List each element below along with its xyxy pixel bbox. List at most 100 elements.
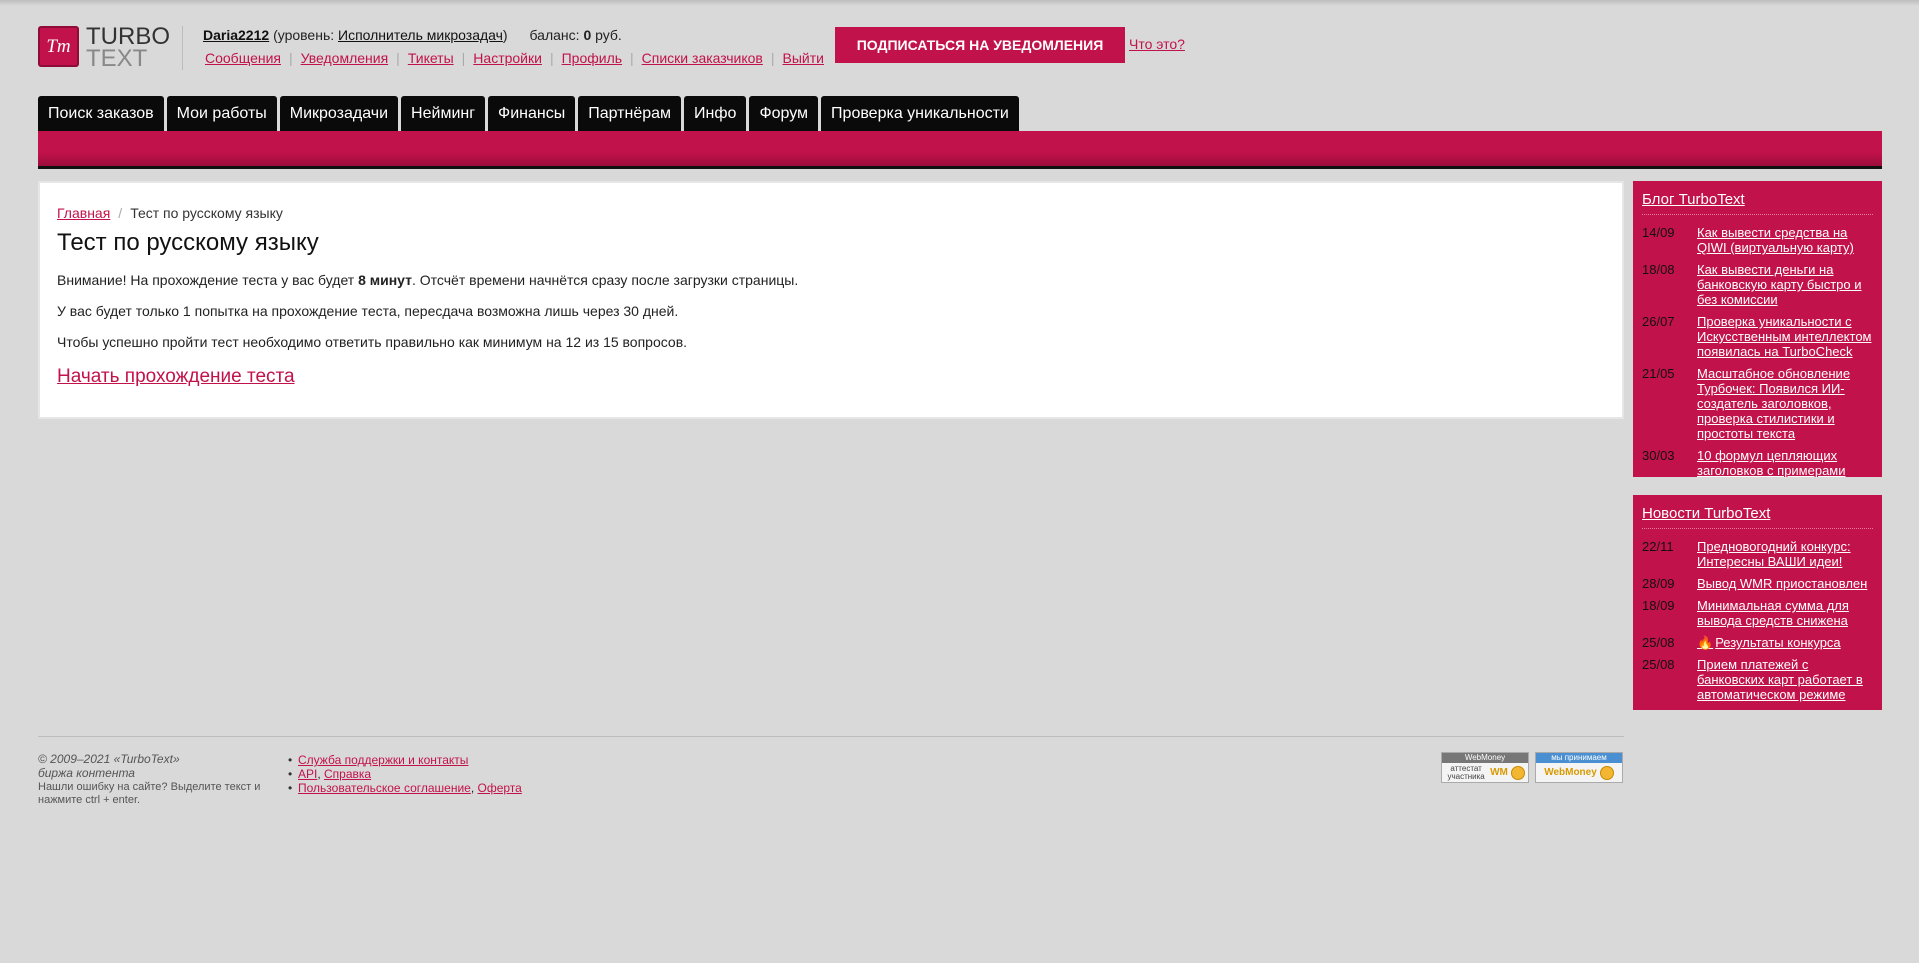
- badge-bottom: аттестат участника WM: [1442, 763, 1528, 782]
- list-item: 22/11 Предновогодний конкурс: Интересны В…: [1642, 539, 1873, 569]
- user-nav: Сообщения | Уведомления | Тикеты | Настройк…: [205, 50, 824, 66]
- nav-profile[interactable]: Профиль: [562, 50, 622, 66]
- webmoney-coin-icon: [1599, 765, 1614, 780]
- list-item: 14/09 Как вывести средства на QIWI (вирту…: [1642, 225, 1873, 255]
- webmoney-attestat-badge[interactable]: WebMoney аттестат участника WM: [1441, 752, 1529, 783]
- tab-uniqueness-check[interactable]: Проверка уникальности: [821, 96, 1019, 132]
- tab-order-search[interactable]: Поиск заказов: [38, 96, 164, 132]
- list-item: 26/07 Проверка уникальности с Искусственн…: [1642, 314, 1873, 359]
- notice-attempts: У вас будет только 1 попытка на прохожде…: [57, 303, 679, 319]
- notice-time-value: 8 минут: [358, 272, 412, 288]
- main-tabs: Поиск заказов Мои работы Микрозадачи Ней…: [38, 96, 1022, 132]
- breadcrumb-home[interactable]: Главная: [57, 205, 110, 221]
- tab-naming[interactable]: Нейминг: [401, 96, 486, 132]
- list-item: 18/08 Как вывести деньги на банковскую ка…: [1642, 262, 1873, 307]
- blog-title-wrap: Блог TurboText: [1642, 191, 1873, 215]
- logo[interactable]: Tт TURBO TEXT: [38, 25, 170, 71]
- offer-link[interactable]: Оферта: [478, 781, 522, 795]
- nav-separator: |: [461, 50, 466, 66]
- blog-link[interactable]: Как вывести средства на QIWI (виртуальну…: [1697, 225, 1873, 255]
- blog-link[interactable]: Как вывести деньги на банковскую карту б…: [1697, 262, 1873, 307]
- blog-title[interactable]: Блог TurboText: [1642, 191, 1745, 208]
- what-is-this-link[interactable]: Что это?: [1129, 36, 1185, 52]
- notice-time-before: Внимание! На прохождение теста у вас буд…: [57, 272, 355, 288]
- item-date: 18/09: [1642, 598, 1675, 613]
- tab-info[interactable]: Инфо: [684, 96, 747, 132]
- help-link[interactable]: Справка: [324, 767, 371, 781]
- nav-notifications[interactable]: Уведомления: [301, 50, 389, 66]
- news-link[interactable]: Прием платежей с банковских карт работае…: [1697, 657, 1873, 702]
- item-date: 25/08: [1642, 635, 1675, 650]
- tab-partners[interactable]: Партнёрам: [578, 96, 682, 132]
- tab-finance[interactable]: Финансы: [488, 96, 576, 132]
- tab-microtasks[interactable]: Микрозадачи: [279, 96, 399, 132]
- tab-forum[interactable]: Форум: [749, 96, 819, 132]
- logo-text: TURBO TEXT: [86, 25, 170, 71]
- breadcrumb: Главная / Тест по русскому языку: [57, 205, 283, 221]
- copyright-text: © 2009–2021 «TurboText»: [38, 752, 180, 766]
- fire-icon: 🔥: [1697, 635, 1714, 650]
- badge-bottom-text: аттестат участника: [1447, 763, 1485, 781]
- nav-separator: |: [396, 50, 400, 66]
- api-link[interactable]: API: [298, 767, 317, 781]
- badge-bottom-text: WebMoney: [1544, 767, 1597, 778]
- webmoney-accept-badge[interactable]: мы принимаем WebMoney: [1535, 752, 1623, 783]
- tagline: биржа контента: [38, 766, 135, 780]
- news-link[interactable]: Предновогодний конкурс: Интересны ВАШИ и…: [1697, 539, 1873, 569]
- news-link[interactable]: Минимальная сумма для вывода средств сни…: [1697, 598, 1873, 628]
- item-date: 21/05: [1642, 366, 1675, 381]
- nav-separator: |: [288, 50, 293, 66]
- notice-pass-threshold: Чтобы успешно пройти тест необходимо отв…: [57, 334, 688, 350]
- balance-label: баланс:: [529, 27, 580, 43]
- badge-top: мы принимаем: [1536, 753, 1622, 763]
- item-date: 26/07: [1642, 314, 1675, 329]
- list-item: 18/09 Минимальная сумма для вывода средст…: [1642, 598, 1873, 628]
- agreement-link[interactable]: Пользовательское соглашение: [298, 781, 471, 795]
- support-link[interactable]: Служба поддержки и контакты: [298, 753, 468, 767]
- balance-value: 0: [583, 27, 592, 43]
- username-link[interactable]: Daria2212: [203, 27, 269, 43]
- nav-separator: |: [549, 50, 554, 66]
- news-link[interactable]: Вывод WMR приостановлен: [1697, 576, 1867, 591]
- nav-separator: |: [630, 50, 634, 66]
- news-link[interactable]: 🔥 Результаты конкурса: [1697, 635, 1841, 650]
- page-title: Тест по русскому языку: [57, 229, 319, 256]
- footer-link-item: Служба поддержки и контакты: [288, 753, 522, 767]
- item-date: 22/11: [1642, 539, 1674, 554]
- list-item: 28/09 Вывод WMR приостановлен: [1642, 576, 1873, 591]
- nav-tickets[interactable]: Тикеты: [408, 50, 454, 66]
- nav-separator: |: [770, 50, 775, 66]
- list-item: 21/05 Масштабное обновление Турбочек: Поя…: [1642, 366, 1873, 441]
- level-link[interactable]: Исполнитель микрозадач: [338, 27, 503, 43]
- nav-logout[interactable]: Выйти: [783, 50, 824, 66]
- blog-link[interactable]: Проверка уникальности с Искусственным ин…: [1697, 314, 1873, 359]
- level-suffix: ): [502, 27, 508, 43]
- nav-settings[interactable]: Настройки: [473, 50, 542, 66]
- news-title[interactable]: Новости TurboText: [1642, 505, 1770, 522]
- main-panel: Главная / Тест по русскому языку Тест по р…: [38, 181, 1624, 419]
- start-test-link[interactable]: Начать прохождение теста: [57, 366, 295, 388]
- nav-customer-lists[interactable]: Списки заказчиков: [642, 50, 763, 66]
- item-date: 30/03: [1642, 448, 1675, 463]
- subscribe-button[interactable]: Подписаться на уведомления: [835, 27, 1125, 63]
- footer-link-item: Пользовательское соглашение, Оферта: [288, 781, 522, 795]
- item-date: 14/09: [1642, 225, 1675, 240]
- blog-link[interactable]: 10 формул цепляющих заголовков с примера…: [1697, 448, 1873, 478]
- logo-mark: Tт: [38, 26, 79, 67]
- copyright: © 2009–2021 «TurboText» биржа контента: [38, 752, 180, 780]
- item-date: 18/08: [1642, 262, 1675, 277]
- tab-my-works[interactable]: Мои работы: [166, 96, 277, 132]
- top-shadow: [0, 0, 1919, 6]
- breadcrumb-current: Тест по русскому языку: [130, 205, 283, 221]
- news-link-text: Результаты конкурса: [1715, 635, 1841, 650]
- news-panel: Новости TurboText 22/11 Предновогодний ко…: [1633, 495, 1882, 710]
- footer-divider: [38, 736, 1624, 737]
- list-item: 25/08 🔥 Результаты конкурса: [1642, 635, 1873, 650]
- user-info: Daria2212 (уровень: Исполнитель микрозад…: [203, 27, 622, 43]
- blog-link[interactable]: Масштабное обновление Турбочек: Появился…: [1697, 366, 1873, 441]
- footer-link-item: API, Справка: [288, 767, 522, 781]
- logo-separator: [182, 26, 183, 70]
- notice-time-after: . Отсчёт времени начнётся сразу после за…: [412, 272, 799, 288]
- nav-messages[interactable]: Сообщения: [205, 50, 281, 66]
- list-item: 30/03 10 формул цепляющих заголовков с пр…: [1642, 448, 1873, 478]
